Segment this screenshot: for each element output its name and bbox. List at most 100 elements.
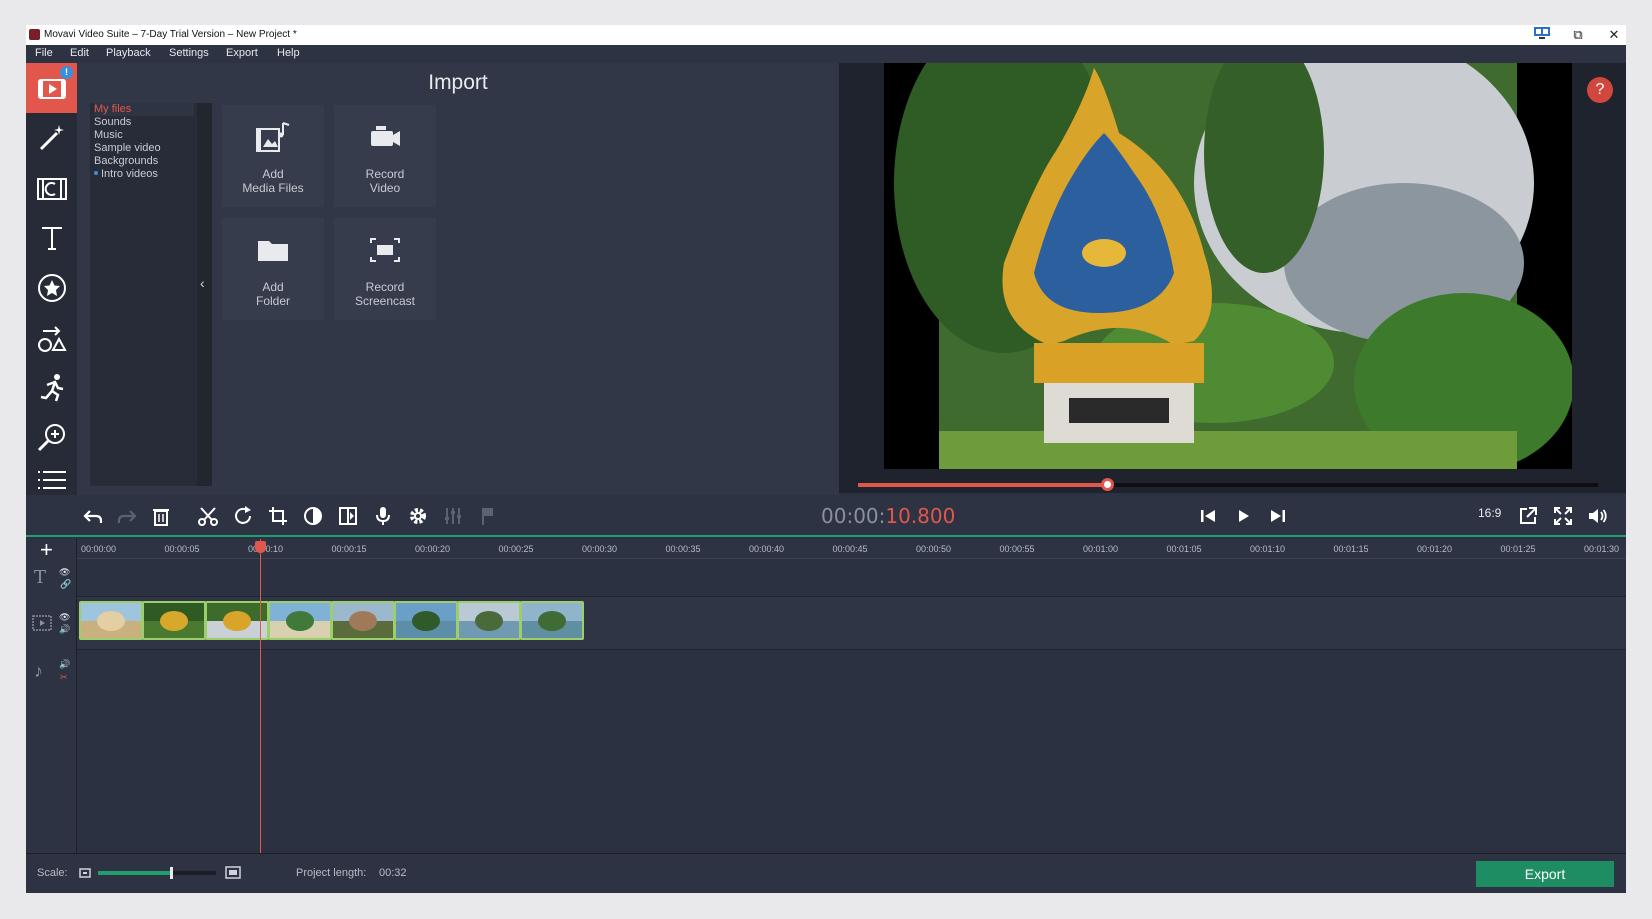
- record-audio-button[interactable]: [368, 503, 398, 529]
- clip-thumbnail: [270, 603, 330, 638]
- record-screencast-button[interactable]: Record Screencast: [334, 218, 436, 320]
- fullscreen-icon: [1554, 507, 1572, 525]
- scale-handle[interactable]: [170, 867, 174, 879]
- delete-button[interactable]: [146, 503, 176, 529]
- tile-label: Record Video: [365, 167, 405, 195]
- category-sounds[interactable]: Sounds: [94, 116, 194, 129]
- video-clip[interactable]: [142, 601, 206, 640]
- ruler-tick-label: 00:00:15: [331, 544, 367, 554]
- equalizer-button[interactable]: [438, 503, 468, 529]
- video-clip[interactable]: [520, 601, 584, 640]
- category-music[interactable]: Music: [94, 129, 194, 142]
- video-frame[interactable]: [884, 63, 1572, 469]
- undo-button[interactable]: [78, 503, 108, 529]
- detach-preview-button[interactable]: [1513, 503, 1543, 529]
- previous-button[interactable]: [1193, 503, 1223, 529]
- restore-icon[interactable]: ⧉: [1566, 26, 1590, 44]
- close-icon[interactable]: ✕: [1602, 26, 1626, 44]
- redo-icon: [117, 510, 137, 523]
- transitions-tab[interactable]: [26, 363, 77, 413]
- video-clip[interactable]: [457, 601, 521, 640]
- speaker-icon[interactable]: 🔊: [59, 624, 70, 635]
- add-folder-button[interactable]: Add Folder: [222, 218, 324, 320]
- ruler-tick-label: 00:01:20: [1417, 544, 1453, 554]
- title-bar: Movavi Video Suite – 7-Day Trial Version…: [26, 25, 1626, 45]
- collapse-panel-button[interactable]: ‹: [197, 103, 212, 486]
- zoom-in-icon[interactable]: [225, 866, 241, 879]
- magic-wand-tab[interactable]: [26, 113, 77, 163]
- ruler-tick-label: 00:00:25: [498, 544, 534, 554]
- transition-wizard-button[interactable]: [333, 503, 363, 529]
- play-button[interactable]: [1228, 503, 1258, 529]
- playhead[interactable]: [255, 539, 266, 853]
- contrast-icon: [304, 507, 322, 525]
- menu-export[interactable]: Export: [226, 47, 258, 59]
- rotate-button[interactable]: [228, 503, 258, 529]
- record-video-button[interactable]: Record Video: [334, 105, 436, 207]
- seek-bar[interactable]: [858, 478, 1598, 491]
- aspect-ratio-button[interactable]: 16:9: [1478, 506, 1501, 520]
- time-ruler[interactable]: 00:00:0000:00:0500:00:1000:00:1500:00:20…: [77, 539, 1626, 559]
- speaker-icon[interactable]: 🔊: [59, 659, 70, 670]
- skip-back-icon: [1201, 510, 1215, 522]
- transition-icon: [339, 507, 357, 525]
- ruler-tick-label: 00:01:30: [1584, 544, 1620, 554]
- eye-icon[interactable]: 👁: [59, 612, 70, 623]
- color-adjust-button[interactable]: [298, 503, 328, 529]
- import-tab[interactable]: !: [26, 63, 77, 113]
- more-tools-tab[interactable]: [26, 465, 77, 495]
- titles-tab[interactable]: [26, 213, 77, 263]
- zoom-tab[interactable]: [26, 413, 77, 463]
- video-track[interactable]: [77, 597, 1626, 650]
- timecode-display: 00:00:10.800: [821, 504, 955, 528]
- video-clip[interactable]: [268, 601, 332, 640]
- marker-button[interactable]: [473, 503, 503, 529]
- import-panel: Import My files Sounds Music Sample vide…: [77, 63, 839, 495]
- eye-icon[interactable]: 👁: [59, 567, 70, 578]
- zoom-out-icon[interactable]: [79, 868, 91, 878]
- titles-icon: [41, 227, 62, 250]
- cut-button[interactable]: [193, 503, 223, 529]
- scissors-icon: [198, 507, 218, 526]
- link-icon[interactable]: 🔗: [60, 579, 71, 590]
- category-my-files[interactable]: My files: [94, 103, 194, 116]
- redo-button[interactable]: [112, 503, 142, 529]
- playhead-handle[interactable]: [255, 541, 266, 553]
- help-button[interactable]: ?: [1587, 77, 1613, 103]
- add-media-files-button[interactable]: Add Media Files: [222, 105, 324, 207]
- export-button[interactable]: Export: [1476, 861, 1614, 887]
- video-clip[interactable]: [331, 601, 395, 640]
- menu-settings[interactable]: Settings: [169, 47, 209, 59]
- filters-tab[interactable]: [26, 163, 77, 213]
- shapes-tab[interactable]: [26, 313, 77, 363]
- stickers-tab[interactable]: [26, 263, 77, 313]
- tool-sidebar: !: [26, 63, 77, 495]
- video-clip[interactable]: [394, 601, 458, 640]
- menu-help[interactable]: Help: [277, 47, 300, 59]
- audio-track[interactable]: [77, 650, 1626, 853]
- video-clip[interactable]: [79, 601, 143, 640]
- next-button[interactable]: [1263, 503, 1293, 529]
- scale-slider[interactable]: [98, 867, 216, 879]
- menu-file[interactable]: File: [35, 47, 53, 59]
- transitions-icon: [40, 374, 63, 402]
- category-backgrounds[interactable]: Backgrounds: [94, 155, 194, 168]
- tile-label: Record Screencast: [354, 280, 416, 308]
- menu-playback[interactable]: Playback: [106, 47, 151, 59]
- ruler-tick-label: 00:00:45: [832, 544, 868, 554]
- seek-handle[interactable]: [1101, 478, 1115, 491]
- crop-button[interactable]: [263, 503, 293, 529]
- category-intro-videos[interactable]: Intro videos: [101, 168, 201, 181]
- app-icon: [29, 29, 40, 40]
- clip-thumbnail: [81, 603, 141, 638]
- edit-toolbar: 00:00:10.800 16:9: [26, 495, 1626, 537]
- display-icon[interactable]: [1530, 26, 1554, 44]
- unlink-icon[interactable]: ✂: [60, 672, 68, 683]
- add-track-icon[interactable]: +: [40, 537, 53, 563]
- fullscreen-button[interactable]: [1548, 503, 1578, 529]
- title-track[interactable]: [77, 560, 1626, 597]
- category-sample-video[interactable]: Sample video: [94, 142, 194, 155]
- menu-edit[interactable]: Edit: [70, 47, 89, 59]
- volume-button[interactable]: [1583, 503, 1613, 529]
- clip-properties-button[interactable]: [403, 503, 433, 529]
